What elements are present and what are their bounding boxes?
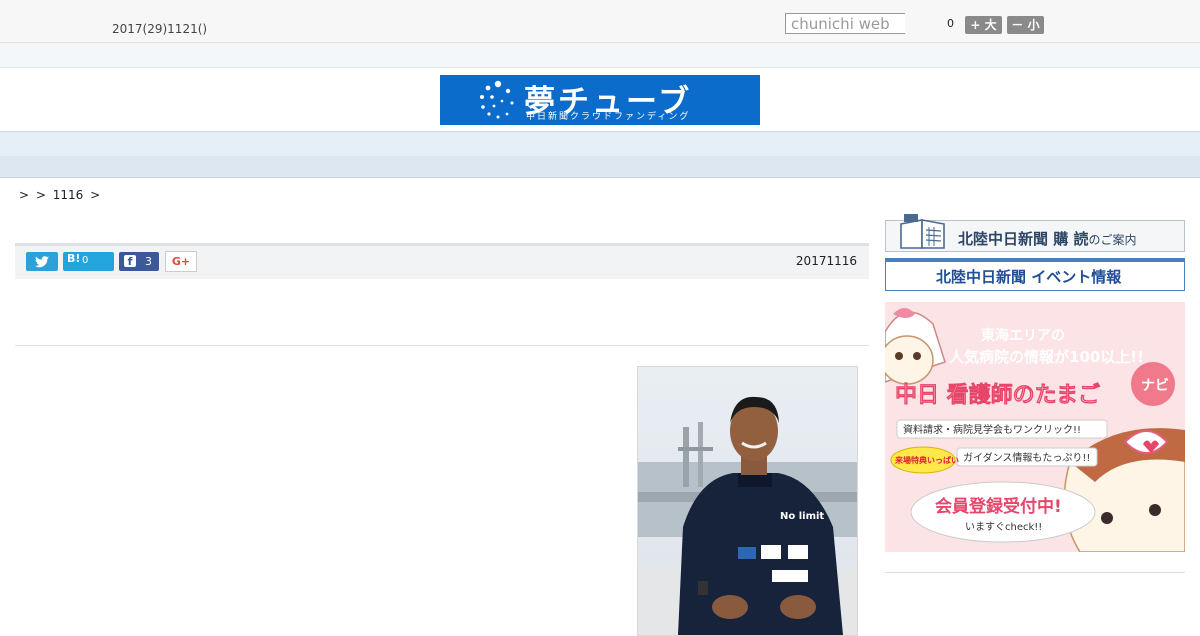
google-plus-button[interactable]: G+ — [165, 251, 197, 272]
sidebar-divider — [885, 572, 1185, 573]
search-input[interactable]: chunichi web — [785, 13, 905, 34]
facebook-count: 3 — [145, 255, 152, 268]
subscription-banner[interactable]: 北陸中日新聞 購 読のご案内 — [885, 214, 1185, 252]
article-toolbar: B! 0 f 3 G+ 20171116 — [15, 243, 869, 279]
ad-line1: 東海エリアの — [981, 327, 1065, 344]
ad-line2: 人気病院の情報が100以上!! — [949, 348, 1144, 366]
divider — [15, 345, 869, 346]
logo-subtitle: 中日新聞クラウドファンディング — [526, 112, 691, 122]
hatena-bookmark-button[interactable]: B! 0 — [63, 252, 114, 271]
nav-item[interactable] — [488, 136, 528, 155]
photo-man-lake: No limit — [638, 367, 857, 635]
nav-item[interactable] — [808, 136, 848, 155]
hatena-icon: B! — [67, 252, 81, 265]
twitter-icon — [35, 256, 49, 268]
nav-item[interactable] — [568, 136, 608, 155]
nurse-navi-ad[interactable]: 東海エリアの 人気病院の情報が100以上!! 中日 看護師のたまご ナビ 資料請… — [885, 302, 1185, 552]
hatena-count: 0 — [82, 255, 89, 266]
site-logo[interactable]: 夢チューブ 中日新聞クラウドファンディング — [440, 75, 760, 125]
nav-item[interactable] — [408, 136, 448, 155]
ad-cta-sub: いますぐcheck!! — [965, 521, 1042, 533]
ad-tag: 来場特典いっぱい — [894, 455, 959, 465]
nav-item[interactable] — [328, 136, 368, 155]
subscription-suffix: のご案内 — [1088, 233, 1137, 247]
article-date: 20171116 — [795, 254, 857, 268]
font-large-button[interactable]: + 大 — [965, 16, 1002, 34]
nav-item[interactable] — [168, 136, 208, 155]
ad-title: 中日 看護師のたまご — [895, 382, 1100, 408]
nav-item[interactable] — [248, 136, 288, 155]
subscription-title: 北陸中日新聞 購 読 — [958, 230, 1089, 248]
dots-logo-icon — [480, 80, 514, 119]
current-date: 2017(29)1121() — [112, 22, 208, 36]
ad-badge: ナビ — [1141, 378, 1169, 394]
event-info-banner[interactable]: 北陸中日新聞 イベント情報 — [885, 258, 1185, 291]
twitter-share-button[interactable] — [26, 252, 58, 271]
font-small-button[interactable]: － 小 — [1007, 16, 1044, 34]
facebook-icon: f — [124, 255, 136, 268]
secondary-band — [0, 43, 1200, 68]
font-size-counter: 0 — [947, 17, 954, 30]
newspaper-book-icon — [900, 214, 945, 249]
article-photo[interactable]: No limit — [637, 366, 858, 636]
sub-nav-bar — [0, 156, 1200, 178]
event-info-title: 北陸中日新聞 イベント情報 — [936, 268, 1122, 286]
svg-text:No limit: No limit — [780, 511, 824, 522]
ad-note2: ガイダンス情報もたっぷり!! — [963, 451, 1090, 464]
main-nav — [0, 131, 1200, 157]
ad-note1: 資料請求・病院見学会もワンクリック!! — [903, 423, 1081, 436]
nav-item[interactable] — [648, 136, 688, 155]
ad-illustration: 東海エリアの 人気病院の情報が100以上!! 中日 看護師のたまご ナビ 資料請… — [885, 302, 1185, 552]
facebook-share-button[interactable]: f 3 — [119, 252, 159, 271]
nav-item[interactable] — [728, 136, 768, 155]
breadcrumb[interactable]: > > 1116 > — [19, 188, 100, 202]
ad-cta: 会員登録受付中! — [935, 496, 1062, 517]
